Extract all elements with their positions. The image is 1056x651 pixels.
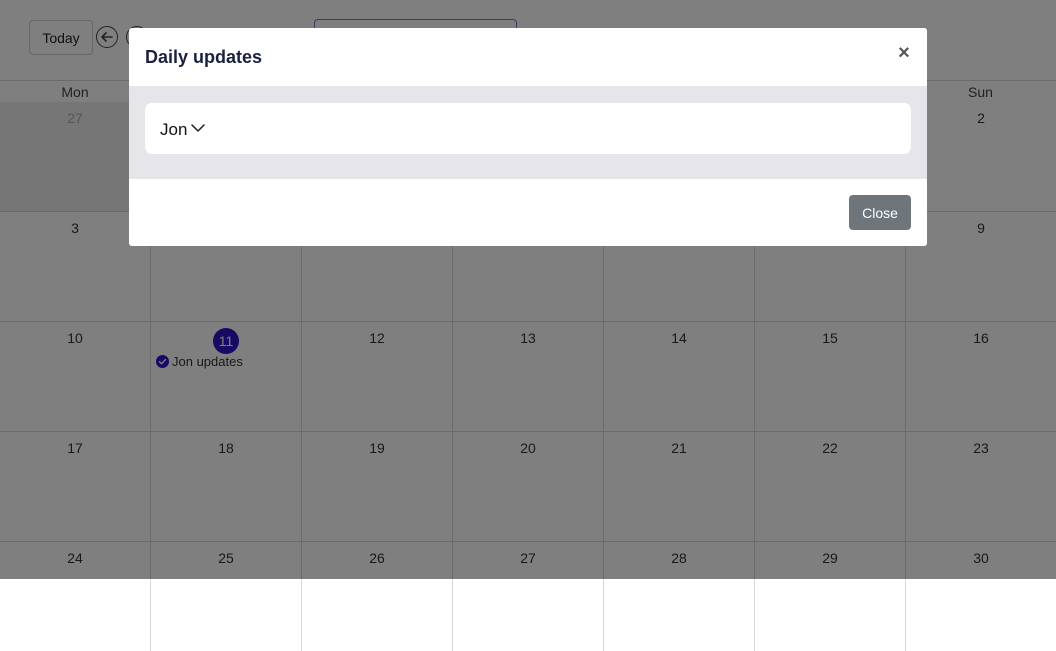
user-select[interactable]: Jon	[145, 103, 911, 154]
modal-header: Daily updates ×	[129, 28, 927, 86]
close-button[interactable]: Close	[849, 195, 911, 230]
selected-user: Jon	[160, 120, 188, 139]
close-icon[interactable]: ×	[897, 43, 911, 63]
modal-footer: Close	[129, 179, 927, 246]
modal-body: Jon	[129, 86, 927, 179]
chevron-down-icon	[191, 124, 205, 132]
daily-updates-modal: Daily updates × Jon Close	[129, 28, 927, 246]
modal-title: Daily updates	[145, 47, 263, 67]
